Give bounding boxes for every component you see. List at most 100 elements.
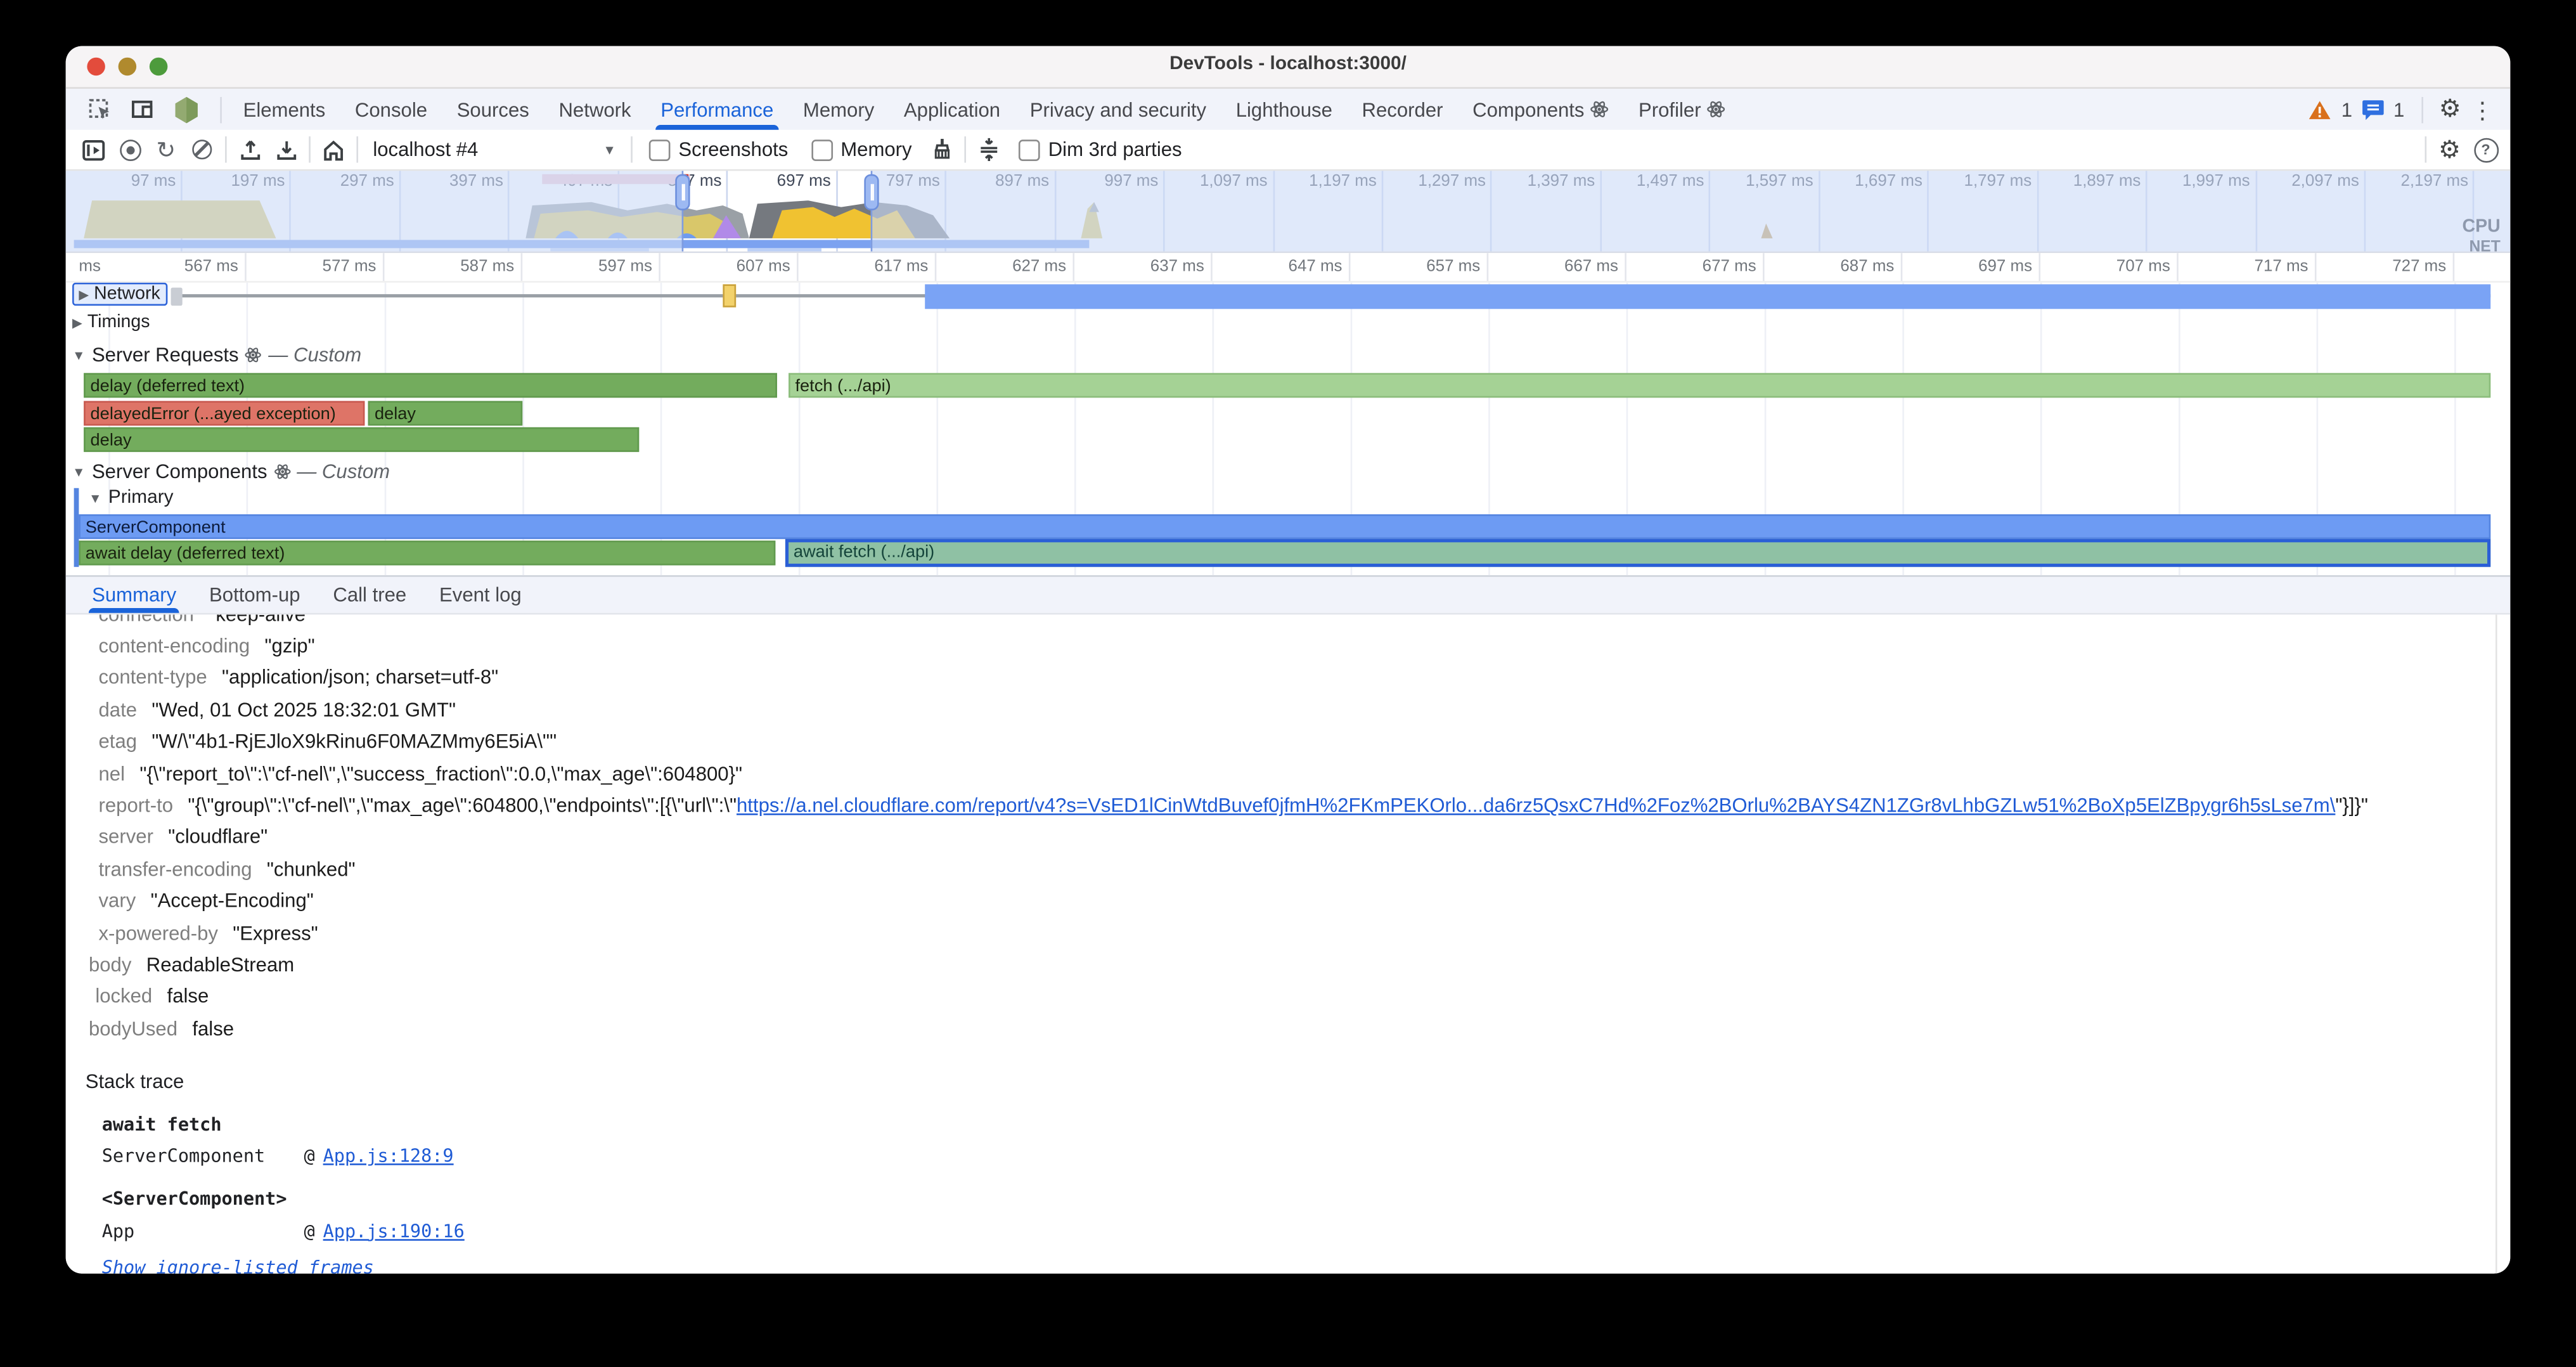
selection-handle-left[interactable] [675,171,690,252]
header-row: server"cloudflare" [66,821,2511,853]
tab-summary[interactable]: Summary [75,577,193,613]
event-await-fetch-selected[interactable]: await fetch (.../api) [785,539,2490,567]
dim-3rd-parties-checkbox[interactable] [1019,139,1040,160]
report-endpoint-link[interactable]: https://a.nel.cloudflare.com/report/v4?s… [737,794,2335,817]
header-row: date"Wed, 01 Oct 2025 18:32:01 GMT" [66,694,2511,725]
tab-components[interactable]: Components [1458,89,1624,130]
react-atom-icon [245,347,262,363]
tab-network[interactable]: Network [544,89,646,130]
header-row: transfer-encoding"chunked" [66,853,2511,884]
tab-call-tree[interactable]: Call tree [316,577,423,613]
event-fetch-api[interactable]: fetch (.../api) [789,373,2490,398]
clear-icon[interactable] [184,133,220,166]
dim-3rd-parties-toggle[interactable]: Dim 3rd parties [1007,138,1194,161]
more-options-icon[interactable]: ⋮ [2471,98,2494,120]
inspect-element-icon[interactable] [82,93,119,126]
tab-performance[interactable]: Performance [646,89,789,130]
header-row: vary"Accept-Encoding" [66,885,2511,917]
net-lane-label: NET [2470,238,2501,253]
issues-icon[interactable] [2362,100,2384,119]
stack-component-label: <ServerComponent> [66,1184,2511,1215]
disclosure-right-icon[interactable]: ▶ [79,287,89,301]
header-row: nel"{\"report_to\":\"cf-nel\",\"success_… [66,758,2511,789]
load-profile-icon[interactable] [231,133,267,166]
history-select[interactable]: localhost #4 ▼ [363,138,626,161]
details-pane-tabbar: Summary Bottom-up Call tree Event log [66,575,2511,614]
event-delay-deferred[interactable]: delay (deferred text) [84,373,777,398]
warning-icon[interactable] [2309,100,2331,119]
memory-toggle[interactable]: Memory [799,138,923,161]
devtools-tabbar: Elements Console Sources Network Perform… [66,89,2511,130]
home-icon[interactable] [316,133,352,166]
event-delay-c[interactable]: delay [84,427,639,452]
tab-privacy-security[interactable]: Privacy and security [1015,89,1221,130]
tab-lighthouse[interactable]: Lighthouse [1221,89,1347,130]
header-row: bodyReadableStream [66,949,2511,980]
stack-frame: App @ App.js:190:16 [66,1215,2511,1247]
tab-event-log[interactable]: Event log [423,577,538,613]
react-atom-icon [274,463,290,480]
summary-pane[interactable]: connection"keep-alive" content-encoding"… [66,614,2511,1273]
tab-profiler[interactable]: Profiler [1624,89,1741,130]
timeline-overview[interactable]: 97 ms197 ms297 ms397 ms497 ms597 ms697 m… [66,171,2511,254]
help-icon[interactable]: ? [2468,133,2504,166]
event-server-component[interactable]: ServerComponent [79,514,2490,539]
settings-gear-icon[interactable]: ⚙ [2439,97,2461,122]
tab-application[interactable]: Application [889,89,1015,130]
nodejs-icon[interactable] [167,93,203,126]
screenshots-checkbox[interactable] [649,139,671,160]
network-track-label[interactable]: ▶ Network [72,283,167,306]
server-requests-header[interactable]: ▼ Server Requests — Custom [66,344,361,366]
stack-frame: ServerComponent @ App.js:128:9 [66,1140,2511,1172]
collect-garbage-icon[interactable] [924,133,960,166]
disclosure-down-icon[interactable]: ▼ [72,347,86,362]
react-atom-icon [1708,100,1726,119]
reload-record-icon[interactable]: ↻ [148,133,184,166]
selection-handle-right[interactable] [864,171,879,252]
flame-chart[interactable]: ▶ Network ▶ Timings ▼ Server Requests — … [66,283,2511,575]
capture-settings-gear-icon[interactable]: ⚙ [2431,133,2468,166]
primary-group-header[interactable]: ▼ Primary [66,488,174,508]
history-selected-value: localhost #4 [373,138,593,161]
tab-sources[interactable]: Sources [442,89,544,130]
header-row: content-type"application/json; charset=u… [66,662,2511,694]
collapse-sanity-icon[interactable] [971,133,1007,166]
tab-recorder[interactable]: Recorder [1347,89,1458,130]
source-link[interactable]: App.js:190:16 [323,1221,465,1242]
timings-track[interactable]: ▶ Timings [66,311,2511,337]
track-resize-grip[interactable] [171,288,183,306]
issues-count: 1 [2393,98,2404,120]
titlebar: DevTools - localhost:3000/ [66,46,2511,89]
header-row: x-powered-by"Express" [66,917,2511,949]
disclosure-down-icon[interactable]: ▼ [89,491,102,505]
source-link[interactable]: App.js:128:9 [323,1146,454,1167]
disclosure-right-icon[interactable]: ▶ [72,314,82,329]
show-ignore-listed-frames-link[interactable]: Show ignore-listed frames [102,1257,374,1273]
performance-toolbar: ↻ localhost #4 ▼ Screenshots Memory [66,130,2511,171]
header-row: lockedfalse [66,981,2511,1013]
event-delay-b[interactable]: delay [368,401,523,425]
network-request-short[interactable] [723,284,736,307]
scrollbar-track[interactable] [2496,614,2497,1273]
stack-async-label: await fetch [66,1108,2511,1140]
tab-memory[interactable]: Memory [789,89,889,130]
tab-elements[interactable]: Elements [228,89,340,130]
record-icon[interactable] [112,133,148,166]
network-request-api[interactable] [925,283,2490,308]
tab-console[interactable]: Console [340,89,442,130]
event-delayed-error[interactable]: delayedError (...ayed exception) [84,401,364,425]
devtools-window: DevTools - localhost:3000/ Elements Cons… [66,46,2511,1274]
header-row: content-encoding"gzip" [66,630,2511,662]
server-components-header[interactable]: ▼ Server Components — Custom [66,460,390,483]
event-await-delay[interactable]: await delay (deferred text) [79,541,775,566]
disclosure-down-icon[interactable]: ▼ [72,464,86,479]
tab-bottom-up[interactable]: Bottom-up [193,577,316,613]
memory-checkbox[interactable] [811,139,833,160]
live-metrics-icon[interactable] [75,133,112,166]
network-track[interactable]: ▶ Network [66,283,2511,309]
device-toolbar-icon[interactable] [125,93,161,126]
stack-trace-title: Stack trace [66,1066,2511,1097]
save-profile-icon[interactable] [267,133,304,166]
header-row-report-to: report-to "{\"group\":\"cf-nel\",\"max_a… [66,789,2511,821]
screenshots-toggle[interactable]: Screenshots [638,138,800,161]
